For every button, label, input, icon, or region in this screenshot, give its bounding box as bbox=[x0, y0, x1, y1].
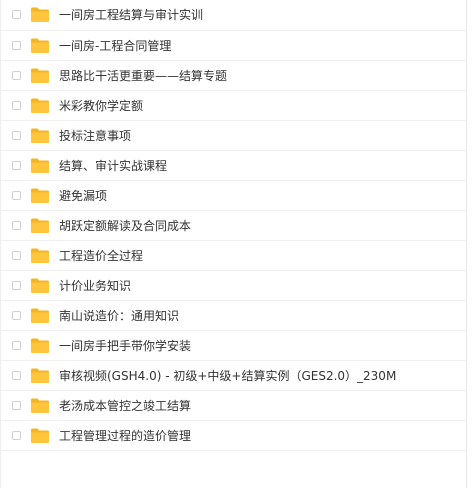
folder-icon bbox=[31, 368, 49, 383]
list-item[interactable]: 米彩教你学定额 bbox=[1, 91, 466, 121]
row-checkbox[interactable] bbox=[12, 250, 21, 260]
folder-icon bbox=[31, 38, 49, 53]
folder-name[interactable]: 工程造价全过程 bbox=[59, 249, 143, 263]
row-checkbox[interactable] bbox=[12, 70, 21, 80]
folder-name[interactable]: 审核视频(GSH4.0) - 初级+中级+结算实例（GES2.0）_230M bbox=[59, 369, 396, 383]
row-checkbox[interactable] bbox=[12, 340, 21, 350]
folder-icon bbox=[31, 248, 49, 263]
row-checkbox[interactable] bbox=[12, 10, 21, 19]
folder-icon bbox=[31, 188, 49, 203]
list-item[interactable]: 计价业务知识 bbox=[1, 271, 466, 301]
folder-name[interactable]: 投标注意事项 bbox=[59, 129, 131, 143]
list-item[interactable]: 一间房手把手带你学安装 bbox=[1, 331, 466, 361]
row-checkbox[interactable] bbox=[12, 400, 21, 410]
file-list: 一间房工程结算与审计实训 一间房-工程合同管理 思路比干活更重要——结算专题 米… bbox=[0, 0, 467, 488]
list-item[interactable]: 避免漏项 bbox=[1, 181, 466, 211]
folder-name[interactable]: 一间房手把手带你学安装 bbox=[59, 339, 191, 353]
row-checkbox[interactable] bbox=[12, 370, 21, 380]
list-item[interactable]: 思路比干活更重要——结算专题 bbox=[1, 61, 466, 91]
row-checkbox[interactable] bbox=[12, 430, 21, 440]
folder-icon bbox=[31, 7, 49, 22]
folder-icon bbox=[31, 308, 49, 323]
folder-name[interactable]: 米彩教你学定额 bbox=[59, 99, 143, 113]
folder-name[interactable]: 计价业务知识 bbox=[59, 279, 131, 293]
folder-icon bbox=[31, 128, 49, 143]
row-checkbox[interactable] bbox=[12, 220, 21, 230]
folder-name[interactable]: 避免漏项 bbox=[59, 189, 107, 203]
list-item[interactable]: 审核视频(GSH4.0) - 初级+中级+结算实例（GES2.0）_230M bbox=[1, 361, 466, 391]
row-checkbox[interactable] bbox=[12, 310, 21, 320]
folder-name[interactable]: 胡跃定额解读及合同成本 bbox=[59, 219, 191, 233]
row-checkbox[interactable] bbox=[12, 130, 21, 140]
row-checkbox[interactable] bbox=[12, 280, 21, 290]
list-item[interactable]: 胡跃定额解读及合同成本 bbox=[1, 211, 466, 241]
row-checkbox[interactable] bbox=[12, 100, 21, 110]
row-checkbox[interactable] bbox=[12, 160, 21, 170]
folder-icon bbox=[31, 158, 49, 173]
folder-icon bbox=[31, 98, 49, 113]
folder-name[interactable]: 工程管理过程的造价管理 bbox=[59, 429, 191, 443]
folder-icon bbox=[31, 278, 49, 293]
list-item[interactable]: 老汤成本管控之竣工结算 bbox=[1, 391, 466, 421]
folder-icon bbox=[31, 338, 49, 353]
list-item[interactable]: 一间房工程结算与审计实训 bbox=[1, 0, 466, 31]
list-item[interactable]: 工程造价全过程 bbox=[1, 241, 466, 271]
folder-icon bbox=[31, 428, 49, 443]
list-item[interactable]: 结算、审计实战课程 bbox=[1, 151, 466, 181]
row-checkbox[interactable] bbox=[12, 40, 21, 50]
folder-name[interactable]: 一间房-工程合同管理 bbox=[59, 39, 171, 53]
list-item[interactable]: 工程管理过程的造价管理 bbox=[1, 421, 466, 451]
list-item[interactable]: 投标注意事项 bbox=[1, 121, 466, 151]
folder-icon bbox=[31, 218, 49, 233]
folder-name[interactable]: 思路比干活更重要——结算专题 bbox=[59, 69, 227, 83]
folder-icon bbox=[31, 398, 49, 413]
folder-icon bbox=[31, 68, 49, 83]
list-item[interactable]: 南山说造价：通用知识 bbox=[1, 301, 466, 331]
row-checkbox[interactable] bbox=[12, 190, 21, 200]
list-item[interactable]: 一间房-工程合同管理 bbox=[1, 31, 466, 61]
folder-name[interactable]: 结算、审计实战课程 bbox=[59, 159, 167, 173]
folder-name[interactable]: 一间房工程结算与审计实训 bbox=[59, 8, 203, 22]
folder-name[interactable]: 南山说造价：通用知识 bbox=[59, 309, 179, 323]
folder-name[interactable]: 老汤成本管控之竣工结算 bbox=[59, 399, 191, 413]
